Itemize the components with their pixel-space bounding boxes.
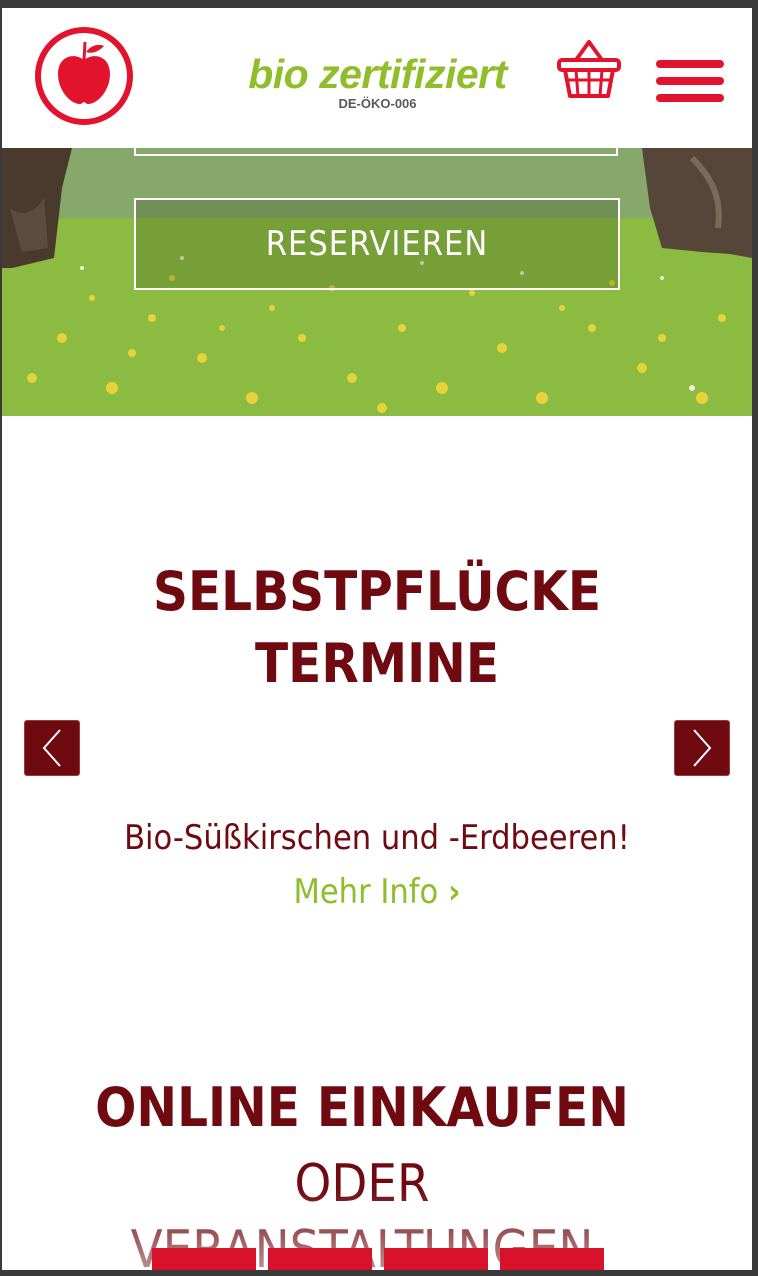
page-frame: bio zertifiziert DE-ÖKO-006 RESERVIEREN …: [2, 8, 752, 1270]
category-tiles: [152, 1248, 604, 1270]
carousel-next-button[interactable]: [674, 720, 730, 776]
oder-text: ODER: [294, 1154, 430, 1214]
hamburger-menu-icon[interactable]: [656, 58, 726, 104]
apple-logo-icon[interactable]: [34, 26, 134, 126]
termine-title: SELBSTPFLÜCKE TERMINE: [2, 556, 752, 700]
chevron-right-icon: [693, 729, 712, 767]
chevron-left-icon: [42, 729, 61, 767]
category-tile[interactable]: [384, 1248, 488, 1270]
more-info-link[interactable]: Mehr Info ›: [2, 868, 752, 916]
termine-title-line1: SELBSTPFLÜCKE: [152, 560, 602, 623]
online-shop-title: ONLINE EINKAUFEN: [95, 1076, 629, 1139]
reserve-button[interactable]: RESERVIEREN: [134, 198, 620, 290]
category-tile[interactable]: [500, 1248, 604, 1270]
category-tile[interactable]: [152, 1248, 256, 1270]
more-info-label: Mehr Info: [293, 872, 439, 912]
certificate-title: bio zertifiziert: [248, 51, 507, 97]
carousel-slide-text: Bio-Süßkirschen und -Erdbeeren!: [124, 818, 630, 858]
carousel-prev-button[interactable]: [24, 720, 80, 776]
certificate-code: DE-ÖKO-006: [338, 96, 417, 111]
hero-meadow-image: RESERVIEREN: [2, 148, 752, 416]
site-header: bio zertifiziert DE-ÖKO-006: [2, 8, 752, 148]
termine-title-line2: TERMINE: [254, 632, 500, 695]
category-tile[interactable]: [268, 1248, 372, 1270]
hero-button-fragment[interactable]: [134, 148, 618, 156]
chevron-right-small-icon: ›: [447, 872, 461, 912]
shopping-basket-icon[interactable]: [556, 36, 622, 100]
bio-certificate: bio zertifiziert DE-ÖKO-006: [240, 52, 515, 112]
